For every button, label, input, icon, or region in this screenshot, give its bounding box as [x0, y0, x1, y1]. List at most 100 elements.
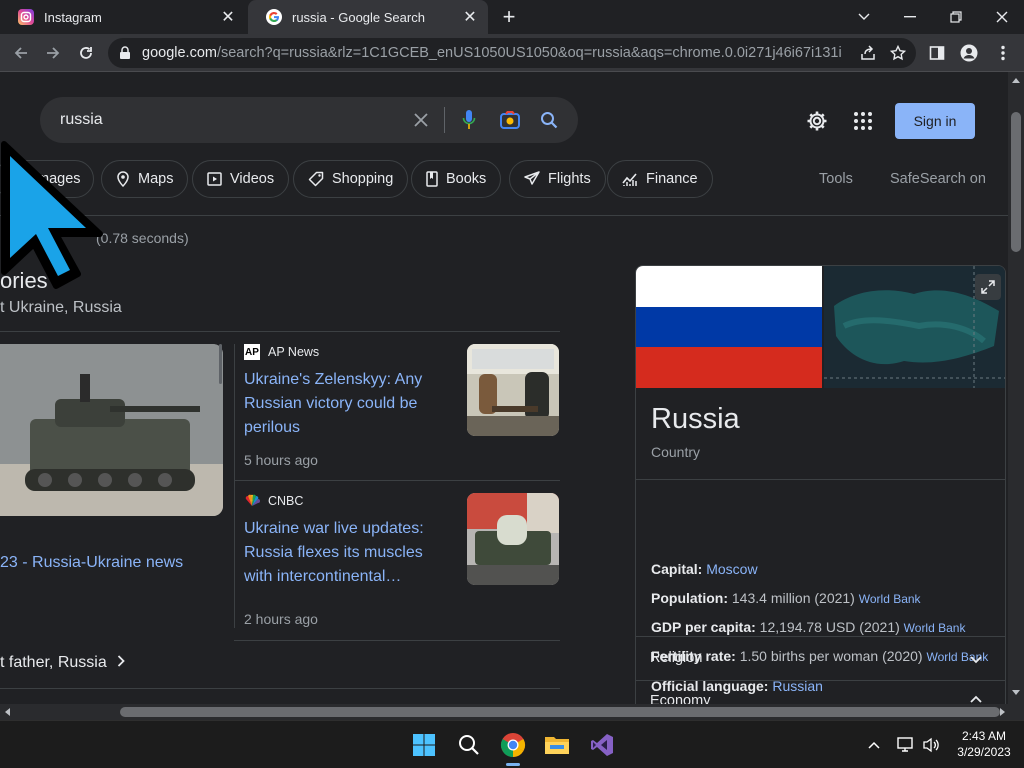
entity-title: Russia: [651, 403, 740, 435]
tab-instagram[interactable]: Instagram ✕: [0, 0, 246, 34]
network-monitor-icon[interactable]: [892, 731, 920, 759]
kebab-menu-icon[interactable]: [990, 40, 1016, 66]
horizontal-scroll-thumb[interactable]: [120, 707, 1000, 717]
chip-flights[interactable]: Flights: [509, 160, 606, 198]
apps-grid-icon[interactable]: [851, 109, 875, 133]
story-time: 2 hours ago: [244, 611, 318, 627]
system-tray-chevron-icon[interactable]: [860, 731, 888, 759]
story-headline-link[interactable]: Ukraine's Zelenskyy: Any Russian victory…: [244, 368, 444, 440]
file-explorer-icon[interactable]: [543, 731, 571, 759]
back-icon[interactable]: [8, 40, 34, 66]
fact-value: 12,194.78 USD (2021): [759, 619, 900, 635]
chip-label: Videos: [230, 171, 275, 187]
search-box[interactable]: russia: [40, 97, 578, 143]
fact-source-link[interactable]: World Bank: [859, 592, 921, 606]
side-panel-icon[interactable]: [924, 40, 950, 66]
settings-gear-icon[interactable]: [805, 109, 829, 133]
fact-official-language: Official language: Russian: [651, 678, 823, 694]
story-column-divider: [234, 344, 235, 628]
lock-icon[interactable]: [118, 46, 132, 60]
minimize-icon[interactable]: [898, 6, 922, 28]
chip-books[interactable]: Books: [411, 160, 502, 198]
top-stories-more-link[interactable]: 23 - Russia-Ukraine news: [0, 554, 183, 572]
chip-maps[interactable]: Maps: [101, 160, 189, 198]
bookmark-star-icon[interactable]: [885, 40, 911, 66]
clear-search-icon[interactable]: [410, 109, 432, 131]
fact-label: GDP per capita:: [651, 619, 756, 635]
system-clock[interactable]: 2:43 AM 3/29/2023: [952, 728, 1016, 760]
clock-date: 3/29/2023: [957, 745, 1011, 759]
header-divider: [0, 215, 1008, 216]
chrome-icon[interactable]: [499, 731, 527, 759]
scroll-right-arrow-icon[interactable]: [1000, 708, 1005, 716]
restore-icon[interactable]: [944, 6, 968, 28]
location-map-image[interactable]: [824, 266, 1005, 388]
tab-title: russia - Google Search: [292, 9, 425, 25]
accordion-religion[interactable]: Religion: [650, 650, 702, 666]
chip-label: Flights: [548, 171, 591, 187]
close-tab-icon[interactable]: ✕: [462, 9, 478, 26]
search-input[interactable]: russia: [60, 111, 103, 129]
scroll-down-arrow-icon[interactable]: [1012, 690, 1020, 695]
windows-start-icon[interactable]: [410, 731, 438, 759]
profile-icon[interactable]: [956, 40, 982, 66]
story-source: AP AP News: [244, 344, 319, 360]
search-icon[interactable]: [538, 109, 560, 131]
tab-google-search[interactable]: russia - Google Search ✕: [248, 0, 488, 34]
top-stories-subtitle: t Ukraine, Russia: [0, 299, 122, 316]
scroll-up-arrow-icon[interactable]: [1012, 78, 1020, 83]
section-divider: [0, 688, 560, 689]
visual-studio-icon[interactable]: [588, 731, 616, 759]
tools-button[interactable]: Tools: [819, 171, 853, 187]
chip-label: Shopping: [332, 171, 394, 187]
fact-value-link[interactable]: Moscow: [706, 561, 757, 577]
russia-flag-image[interactable]: [636, 266, 822, 388]
camera-lens-icon[interactable]: [499, 109, 521, 131]
new-tab-button[interactable]: +: [498, 6, 520, 28]
sign-in-button[interactable]: Sign in: [895, 103, 975, 139]
microphone-icon[interactable]: [458, 109, 480, 131]
share-icon[interactable]: [855, 40, 881, 66]
book-icon: [426, 171, 438, 187]
story-headline-link[interactable]: Ukraine war live updates: Russia flexes …: [244, 517, 444, 589]
fact-population: Population: 143.4 million (2021) World B…: [651, 590, 921, 606]
story-thumbnail[interactable]: [467, 493, 559, 585]
story-thumbnail[interactable]: [467, 344, 559, 436]
volume-icon[interactable]: [918, 731, 946, 759]
story-divider: [234, 640, 560, 641]
taskbar-search-icon[interactable]: [455, 731, 483, 759]
fact-value-link[interactable]: Russian: [772, 678, 823, 694]
close-tab-icon[interactable]: ✕: [220, 9, 236, 26]
chip-finance[interactable]: Finance: [607, 160, 713, 198]
expand-map-icon[interactable]: [975, 274, 1001, 300]
finance-chart-icon: [622, 173, 637, 186]
price-tag-icon: [308, 171, 324, 187]
story-main-image[interactable]: [0, 344, 223, 516]
safesearch-button[interactable]: SafeSearch on: [890, 171, 986, 187]
accordion-economy[interactable]: Economy: [650, 693, 710, 704]
map-pin-icon: [117, 171, 129, 187]
airplane-icon: [524, 171, 540, 185]
fact-value: 1.50 births per woman (2020): [739, 648, 923, 664]
vertical-scroll-thumb[interactable]: [1011, 112, 1021, 252]
reload-icon[interactable]: [73, 40, 99, 66]
fact-gdp-per-capita: GDP per capita: 12,194.78 USD (2021) Wor…: [651, 619, 965, 635]
carousel-scrollbar[interactable]: [219, 344, 222, 384]
next-section-link[interactable]: t father, Russia: [0, 654, 125, 672]
tab-search-chevron-icon[interactable]: [852, 6, 876, 28]
close-window-icon[interactable]: [990, 6, 1014, 28]
cnbc-peacock-logo-icon: [244, 493, 260, 509]
scroll-left-arrow-icon[interactable]: [5, 708, 10, 716]
fact-source-link[interactable]: World Bank: [926, 650, 988, 664]
fact-label: Capital:: [651, 561, 703, 577]
address-bar[interactable]: google.com/search?q=russia&rlz=1C1GCEB_e…: [108, 38, 916, 68]
chip-label: Maps: [138, 171, 174, 187]
chip-videos[interactable]: Videos: [192, 160, 290, 198]
forward-icon[interactable]: [40, 40, 66, 66]
horizontal-scrollbar[interactable]: [0, 704, 1024, 720]
url-text[interactable]: google.com/search?q=russia&rlz=1C1GCEB_e…: [142, 45, 842, 61]
vertical-scrollbar[interactable]: [1008, 72, 1024, 704]
fact-source-link[interactable]: World Bank: [904, 621, 966, 635]
story-source: CNBC: [244, 493, 303, 509]
chip-shopping[interactable]: Shopping: [293, 160, 409, 198]
